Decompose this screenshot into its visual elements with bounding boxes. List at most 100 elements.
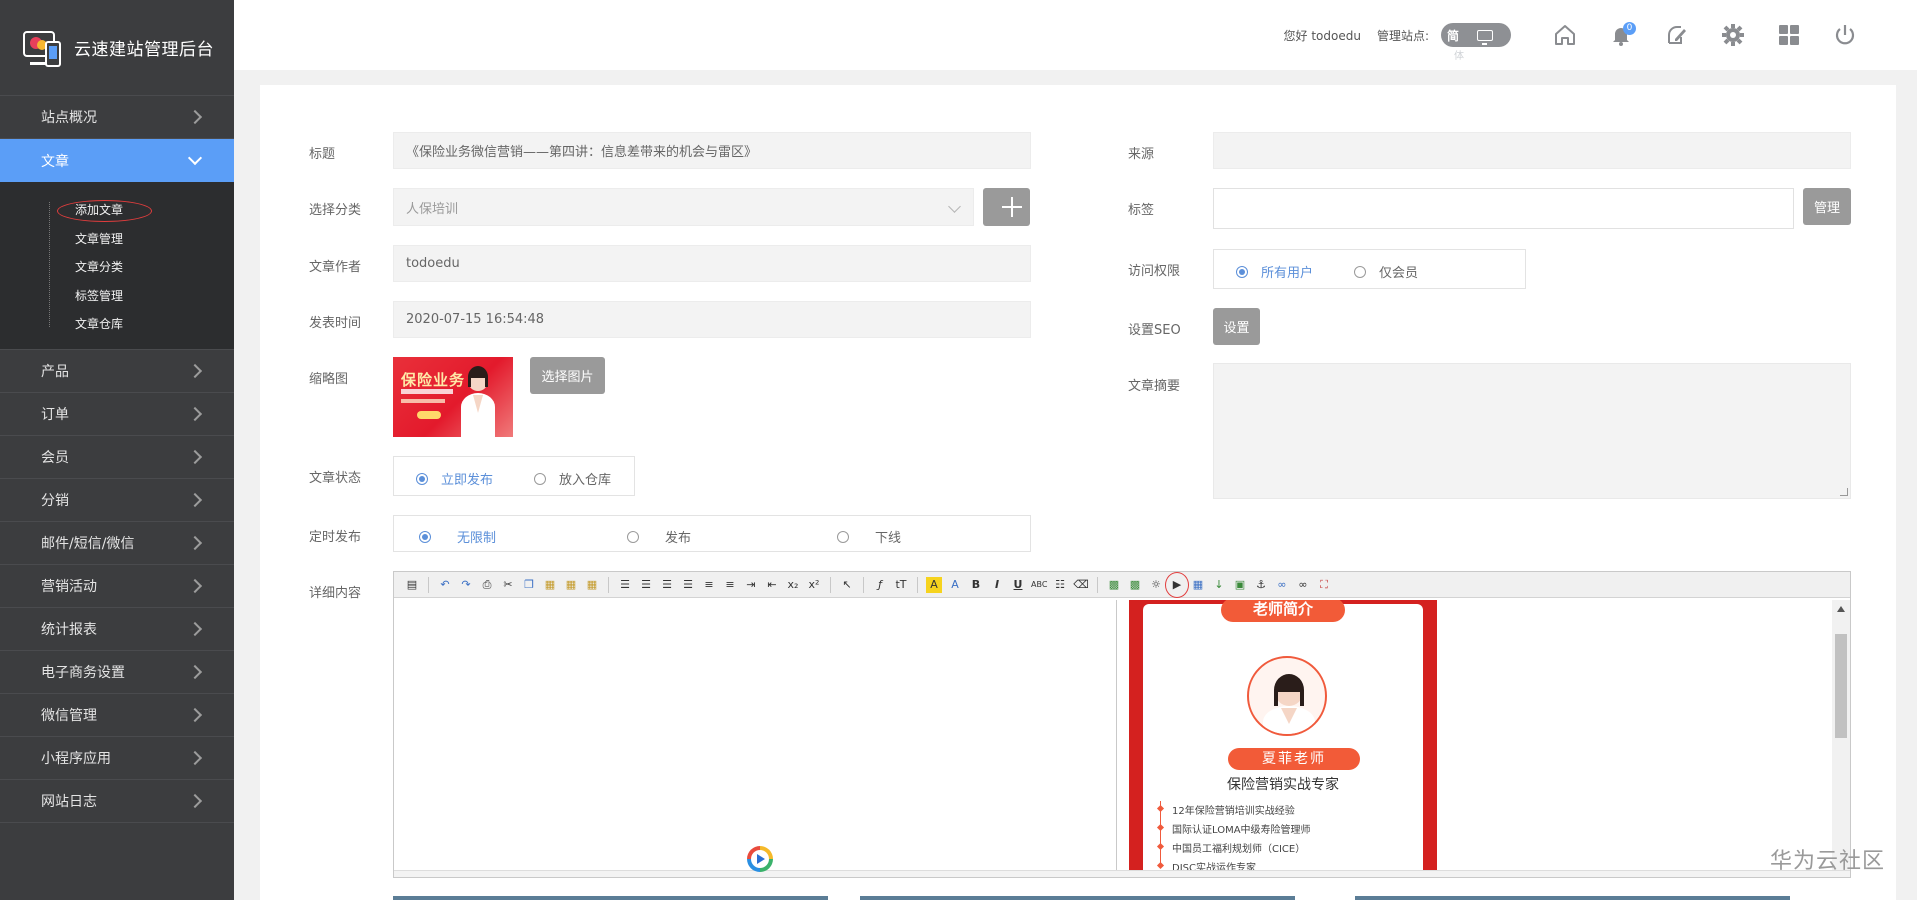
schedule-option-offline[interactable]: 下线	[837, 527, 901, 546]
notifications-button[interactable]: 0	[1593, 15, 1649, 55]
fullscreen-icon[interactable]: ⛶	[1316, 577, 1332, 593]
bottom-button-edge[interactable]	[1355, 896, 1790, 900]
align-justify-icon[interactable]: ☰	[680, 577, 696, 593]
author-field[interactable]: todoedu	[393, 245, 1031, 282]
strikethrough-icon[interactable]: ABC	[1031, 577, 1047, 593]
edit-button[interactable]	[1649, 15, 1705, 55]
seo-settings-button[interactable]: 设置	[1213, 308, 1260, 345]
table-icon[interactable]: ▦	[1190, 577, 1206, 593]
editor-resize-bar[interactable]	[394, 870, 1850, 877]
align-left-icon[interactable]: ☰	[617, 577, 633, 593]
print-icon[interactable]: ⎙	[479, 577, 495, 593]
link-icon[interactable]: ∞	[1274, 577, 1290, 593]
sidebar-item-products[interactable]: 产品	[0, 350, 234, 393]
thumbnail-image[interactable]: 保险业务	[393, 357, 513, 437]
align-center-icon[interactable]: ☰	[638, 577, 654, 593]
sidebar-item-messaging[interactable]: 邮件/短信/微信	[0, 522, 234, 565]
flash-icon[interactable]: ☼	[1148, 577, 1164, 593]
logout-button[interactable]	[1817, 15, 1873, 55]
schedule-option-unlimited[interactable]: 无限制	[419, 527, 496, 546]
font-color-icon[interactable]: A	[947, 577, 963, 593]
sidebar-item-statistics[interactable]: 统计报表	[0, 608, 234, 651]
editor-source-pane[interactable]	[397, 600, 1117, 872]
status-option-publish-now[interactable]: 立即发布	[416, 469, 493, 488]
home-button[interactable]	[1537, 15, 1593, 55]
ordered-list-icon[interactable]: ≡	[701, 577, 717, 593]
subnav-item-article-manage[interactable]: 文章管理	[0, 225, 234, 254]
sidebar-item-distribution[interactable]: 分销	[0, 479, 234, 522]
bottom-button-edge[interactable]	[393, 896, 828, 900]
redo-icon[interactable]: ↷	[458, 577, 474, 593]
superscript-icon[interactable]: x²	[806, 577, 822, 593]
sidebar-item-articles[interactable]: 文章	[0, 139, 234, 182]
sidebar-item-marketing[interactable]: 营销活动	[0, 565, 234, 608]
highlight-color-icon[interactable]: A	[926, 576, 942, 593]
scroll-up-icon[interactable]	[1837, 606, 1845, 612]
unordered-list-icon[interactable]: ≡	[722, 577, 738, 593]
status-option-warehouse[interactable]: 放入仓库	[534, 469, 611, 488]
copy-icon[interactable]: ❐	[521, 577, 537, 593]
tags-input[interactable]	[1213, 188, 1794, 229]
manage-tags-button[interactable]: 管理	[1803, 188, 1851, 225]
italic-icon[interactable]: I	[989, 577, 1005, 593]
add-category-button[interactable]	[983, 188, 1030, 226]
site-label: 管理站点:	[1376, 28, 1429, 43]
paste-word-icon[interactable]: ▦	[584, 577, 600, 593]
site-switch[interactable]: 简 体	[1441, 23, 1511, 62]
subnav-item-add-article[interactable]: 添加文章	[0, 196, 234, 225]
editor-preview-pane[interactable]: 老师简介 夏菲老师 保险营销实战专家 12年保险营销培训实战经验 国际认证LOM…	[1118, 600, 1850, 872]
settings-button[interactable]	[1705, 15, 1761, 55]
scroll-thumb[interactable]	[1835, 634, 1847, 738]
select-all-icon[interactable]: ↖	[839, 577, 855, 593]
resize-grip-icon[interactable]	[1840, 488, 1848, 496]
access-option-all-users[interactable]: 所有用户	[1236, 262, 1313, 281]
source-field[interactable]	[1213, 132, 1851, 169]
sidebar-item-site-overview[interactable]: 站点概况	[0, 96, 234, 139]
font-size-icon[interactable]: tT	[893, 577, 909, 593]
sidebar-item-members[interactable]: 会员	[0, 436, 234, 479]
indent-icon[interactable]: ⇥	[743, 577, 759, 593]
underline-icon[interactable]: U	[1010, 577, 1026, 593]
font-family-icon[interactable]: ƒ	[872, 577, 888, 593]
sidebar-item-ecommerce-settings[interactable]: 电子商务设置	[0, 651, 234, 694]
bottom-button-edge[interactable]	[860, 896, 1295, 900]
summary-textarea[interactable]	[1213, 363, 1851, 499]
credential-item: 国际认证LOMA中级寿险管理师	[1172, 821, 1311, 836]
paste-text-icon[interactable]: ▦	[563, 577, 579, 593]
sidebar-item-mini-program[interactable]: 小程序应用	[0, 737, 234, 780]
subscript-icon[interactable]: x₂	[785, 577, 801, 593]
video-icon[interactable]: ▶	[1165, 571, 1189, 598]
schedule-option-publish[interactable]: 发布	[627, 527, 691, 546]
subnav-item-article-warehouse[interactable]: 文章仓库	[0, 310, 234, 339]
sidebar-item-site-log[interactable]: 网站日志	[0, 780, 234, 823]
anchor-icon[interactable]: ⚓	[1253, 577, 1269, 593]
title-field[interactable]: 《保险业务微信营销——第四讲：信息差带来的机会与雷区》	[393, 132, 1031, 169]
multi-image-icon[interactable]: ▩	[1127, 577, 1143, 593]
insert-file-icon[interactable]: ↓	[1211, 577, 1227, 593]
undo-icon[interactable]: ↶	[437, 577, 453, 593]
sidebar-item-wechat[interactable]: 微信管理	[0, 694, 234, 737]
cut-icon[interactable]: ✂	[500, 577, 516, 593]
subnav-item-article-category[interactable]: 文章分类	[0, 253, 234, 282]
unlink-icon[interactable]: ∞	[1295, 577, 1311, 593]
eraser-icon[interactable]: ⌫	[1073, 577, 1089, 593]
schedule-option-label: 发布	[665, 531, 692, 546]
apps-button[interactable]	[1761, 15, 1817, 55]
access-option-members-only[interactable]: 仅会员	[1354, 262, 1418, 281]
schedule-option-label: 下线	[875, 531, 902, 546]
sidebar-item-orders[interactable]: 订单	[0, 393, 234, 436]
align-right-icon[interactable]: ☰	[659, 577, 675, 593]
map-icon[interactable]: ▣	[1232, 577, 1248, 593]
source-code-icon[interactable]: ▤	[404, 577, 420, 593]
image-icon[interactable]: ▩	[1106, 577, 1122, 593]
chevron-right-icon	[187, 363, 203, 378]
choose-image-button[interactable]: 选择图片	[530, 357, 605, 394]
horizontal-rule-icon[interactable]: ☷	[1052, 577, 1068, 593]
category-select[interactable]: 人保培训	[393, 188, 974, 226]
subnav-item-tag-manage[interactable]: 标签管理	[0, 282, 234, 311]
editor-scrollbar[interactable]	[1832, 600, 1850, 872]
publish-time-field[interactable]: 2020-07-15 16:54:48	[393, 301, 1031, 338]
bold-icon[interactable]: B	[968, 577, 984, 593]
paste-icon[interactable]: ▦	[542, 577, 558, 593]
outdent-icon[interactable]: ⇤	[764, 577, 780, 593]
